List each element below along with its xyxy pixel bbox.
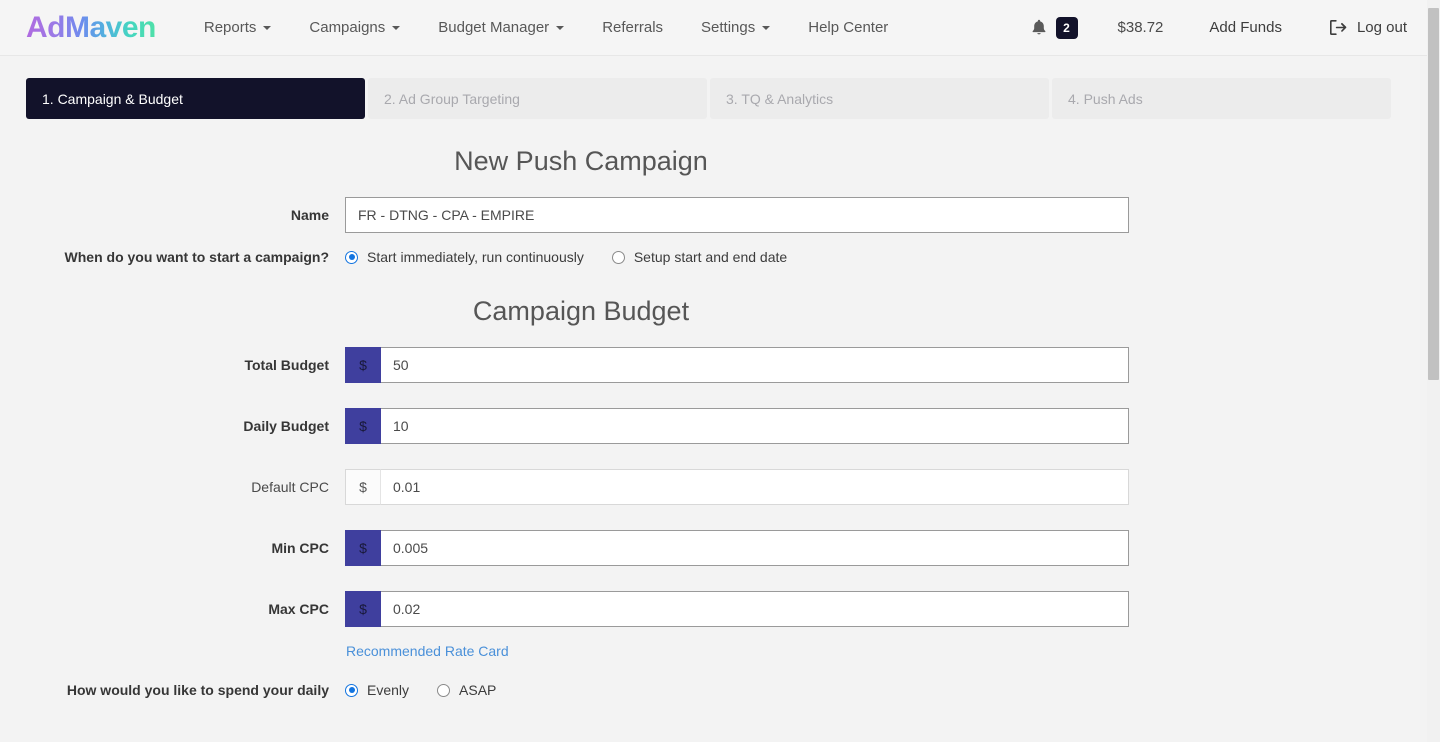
field-row-spend-pace: How would you like to spend your daily E…: [0, 681, 1427, 699]
field-row-name: Name: [0, 197, 1427, 233]
page-title: New Push Campaign: [0, 141, 1162, 181]
radio-setup-start-end-date[interactable]: Setup start and end date: [612, 249, 787, 265]
radio-start-immediately[interactable]: Start immediately, run continuously: [345, 249, 584, 265]
name-label: Name: [0, 207, 345, 223]
rate-card-spacer: [0, 643, 345, 659]
step-tab-ad-group-targeting-label: 2. Ad Group Targeting: [384, 91, 520, 107]
radio-spend-asap-label: ASAP: [459, 682, 496, 698]
total-budget-label: Total Budget: [0, 357, 345, 373]
nav-item-reports[interactable]: Reports: [190, 11, 286, 44]
spend-pace-label: How would you like to spend your daily: [0, 681, 345, 699]
chevron-down-icon: [556, 26, 564, 30]
field-row-max-cpc: Max CPC $: [0, 591, 1427, 627]
radio-start-immediately-label: Start immediately, run continuously: [367, 249, 584, 265]
daily-budget-input[interactable]: [381, 408, 1129, 444]
default-cpc-label: Default CPC: [0, 479, 345, 495]
logout-button[interactable]: Log out: [1330, 19, 1407, 36]
nav-item-referrals-label: Referrals: [602, 19, 663, 36]
recommended-rate-card-link[interactable]: Recommended Rate Card: [345, 643, 509, 659]
currency-prefix-icon: $: [345, 530, 381, 566]
rate-card-row: Recommended Rate Card: [0, 643, 1427, 659]
nav-item-reports-label: Reports: [204, 19, 257, 36]
start-schedule-label: When do you want to start a campaign?: [0, 249, 345, 265]
max-cpc-input[interactable]: [381, 591, 1129, 627]
notification-badge: 2: [1056, 17, 1078, 39]
primary-nav: Reports Campaigns Budget Manager Referra…: [190, 11, 912, 44]
wizard-steps: 1. Campaign & Budget 2. Ad Group Targeti…: [0, 56, 1427, 119]
nav-item-referrals[interactable]: Referrals: [588, 11, 677, 44]
total-budget-input[interactable]: [381, 347, 1129, 383]
radio-setup-start-end-date-label: Setup start and end date: [634, 249, 787, 265]
step-tab-tq-analytics[interactable]: 3. TQ & Analytics: [710, 78, 1049, 119]
nav-item-budget-manager-label: Budget Manager: [438, 19, 549, 36]
navbar-right-group: 2 $38.72 Add Funds Log out: [1031, 17, 1427, 39]
logout-label: Log out: [1357, 19, 1407, 36]
notifications-button[interactable]: 2: [1031, 17, 1078, 39]
bell-icon: [1031, 19, 1047, 36]
admaven-logo[interactable]: AdMaven: [26, 13, 156, 43]
campaign-form: New Push Campaign Name When do you want …: [0, 119, 1427, 699]
step-tab-tq-analytics-label: 3. TQ & Analytics: [726, 91, 833, 107]
radio-spend-asap-dot[interactable]: [437, 684, 450, 697]
field-row-daily-budget: Daily Budget $: [0, 408, 1427, 444]
field-row-start-schedule: When do you want to start a campaign? St…: [0, 249, 1427, 265]
step-tab-campaign-budget[interactable]: 1. Campaign & Budget: [26, 78, 365, 119]
daily-budget-label: Daily Budget: [0, 418, 345, 434]
nav-item-budget-manager[interactable]: Budget Manager: [424, 11, 578, 44]
currency-prefix-icon: $: [345, 591, 381, 627]
account-balance: $38.72: [1118, 19, 1164, 36]
step-tab-ad-group-targeting[interactable]: 2. Ad Group Targeting: [368, 78, 707, 119]
currency-prefix-icon: $: [345, 469, 381, 505]
campaign-budget-heading: Campaign Budget: [0, 291, 1162, 331]
nav-item-settings[interactable]: Settings: [687, 11, 784, 44]
chevron-down-icon: [762, 26, 770, 30]
min-cpc-input[interactable]: [381, 530, 1129, 566]
radio-start-immediately-dot[interactable]: [345, 251, 358, 264]
add-funds-button[interactable]: Add Funds: [1209, 19, 1282, 36]
top-navbar: AdMaven Reports Campaigns Budget Manager…: [0, 0, 1427, 56]
nav-item-settings-label: Settings: [701, 19, 755, 36]
step-tab-push-ads-label: 4. Push Ads: [1068, 91, 1143, 107]
field-row-default-cpc: Default CPC $: [0, 469, 1427, 505]
step-tab-push-ads[interactable]: 4. Push Ads: [1052, 78, 1391, 119]
radio-setup-start-end-date-dot[interactable]: [612, 251, 625, 264]
campaign-name-input[interactable]: [345, 197, 1129, 233]
chevron-down-icon: [263, 26, 271, 30]
radio-spend-asap[interactable]: ASAP: [437, 682, 496, 698]
field-row-min-cpc: Min CPC $: [0, 530, 1427, 566]
field-row-total-budget: Total Budget $: [0, 347, 1427, 383]
currency-prefix-icon: $: [345, 347, 381, 383]
nav-item-campaigns[interactable]: Campaigns: [295, 11, 414, 44]
nav-item-help-center-label: Help Center: [808, 19, 888, 36]
nav-item-campaigns-label: Campaigns: [309, 19, 385, 36]
min-cpc-label: Min CPC: [0, 540, 345, 556]
chevron-down-icon: [392, 26, 400, 30]
sign-out-icon: [1330, 20, 1347, 35]
max-cpc-label: Max CPC: [0, 601, 345, 617]
scrollbar-thumb[interactable]: [1428, 8, 1439, 380]
page-scrollbar[interactable]: [1427, 0, 1440, 742]
nav-item-help-center[interactable]: Help Center: [794, 11, 902, 44]
radio-spend-evenly-dot[interactable]: [345, 684, 358, 697]
radio-spend-evenly[interactable]: Evenly: [345, 682, 409, 698]
default-cpc-input[interactable]: [381, 469, 1129, 505]
radio-spend-evenly-label: Evenly: [367, 682, 409, 698]
currency-prefix-icon: $: [345, 408, 381, 444]
step-tab-campaign-budget-label: 1. Campaign & Budget: [42, 91, 183, 107]
